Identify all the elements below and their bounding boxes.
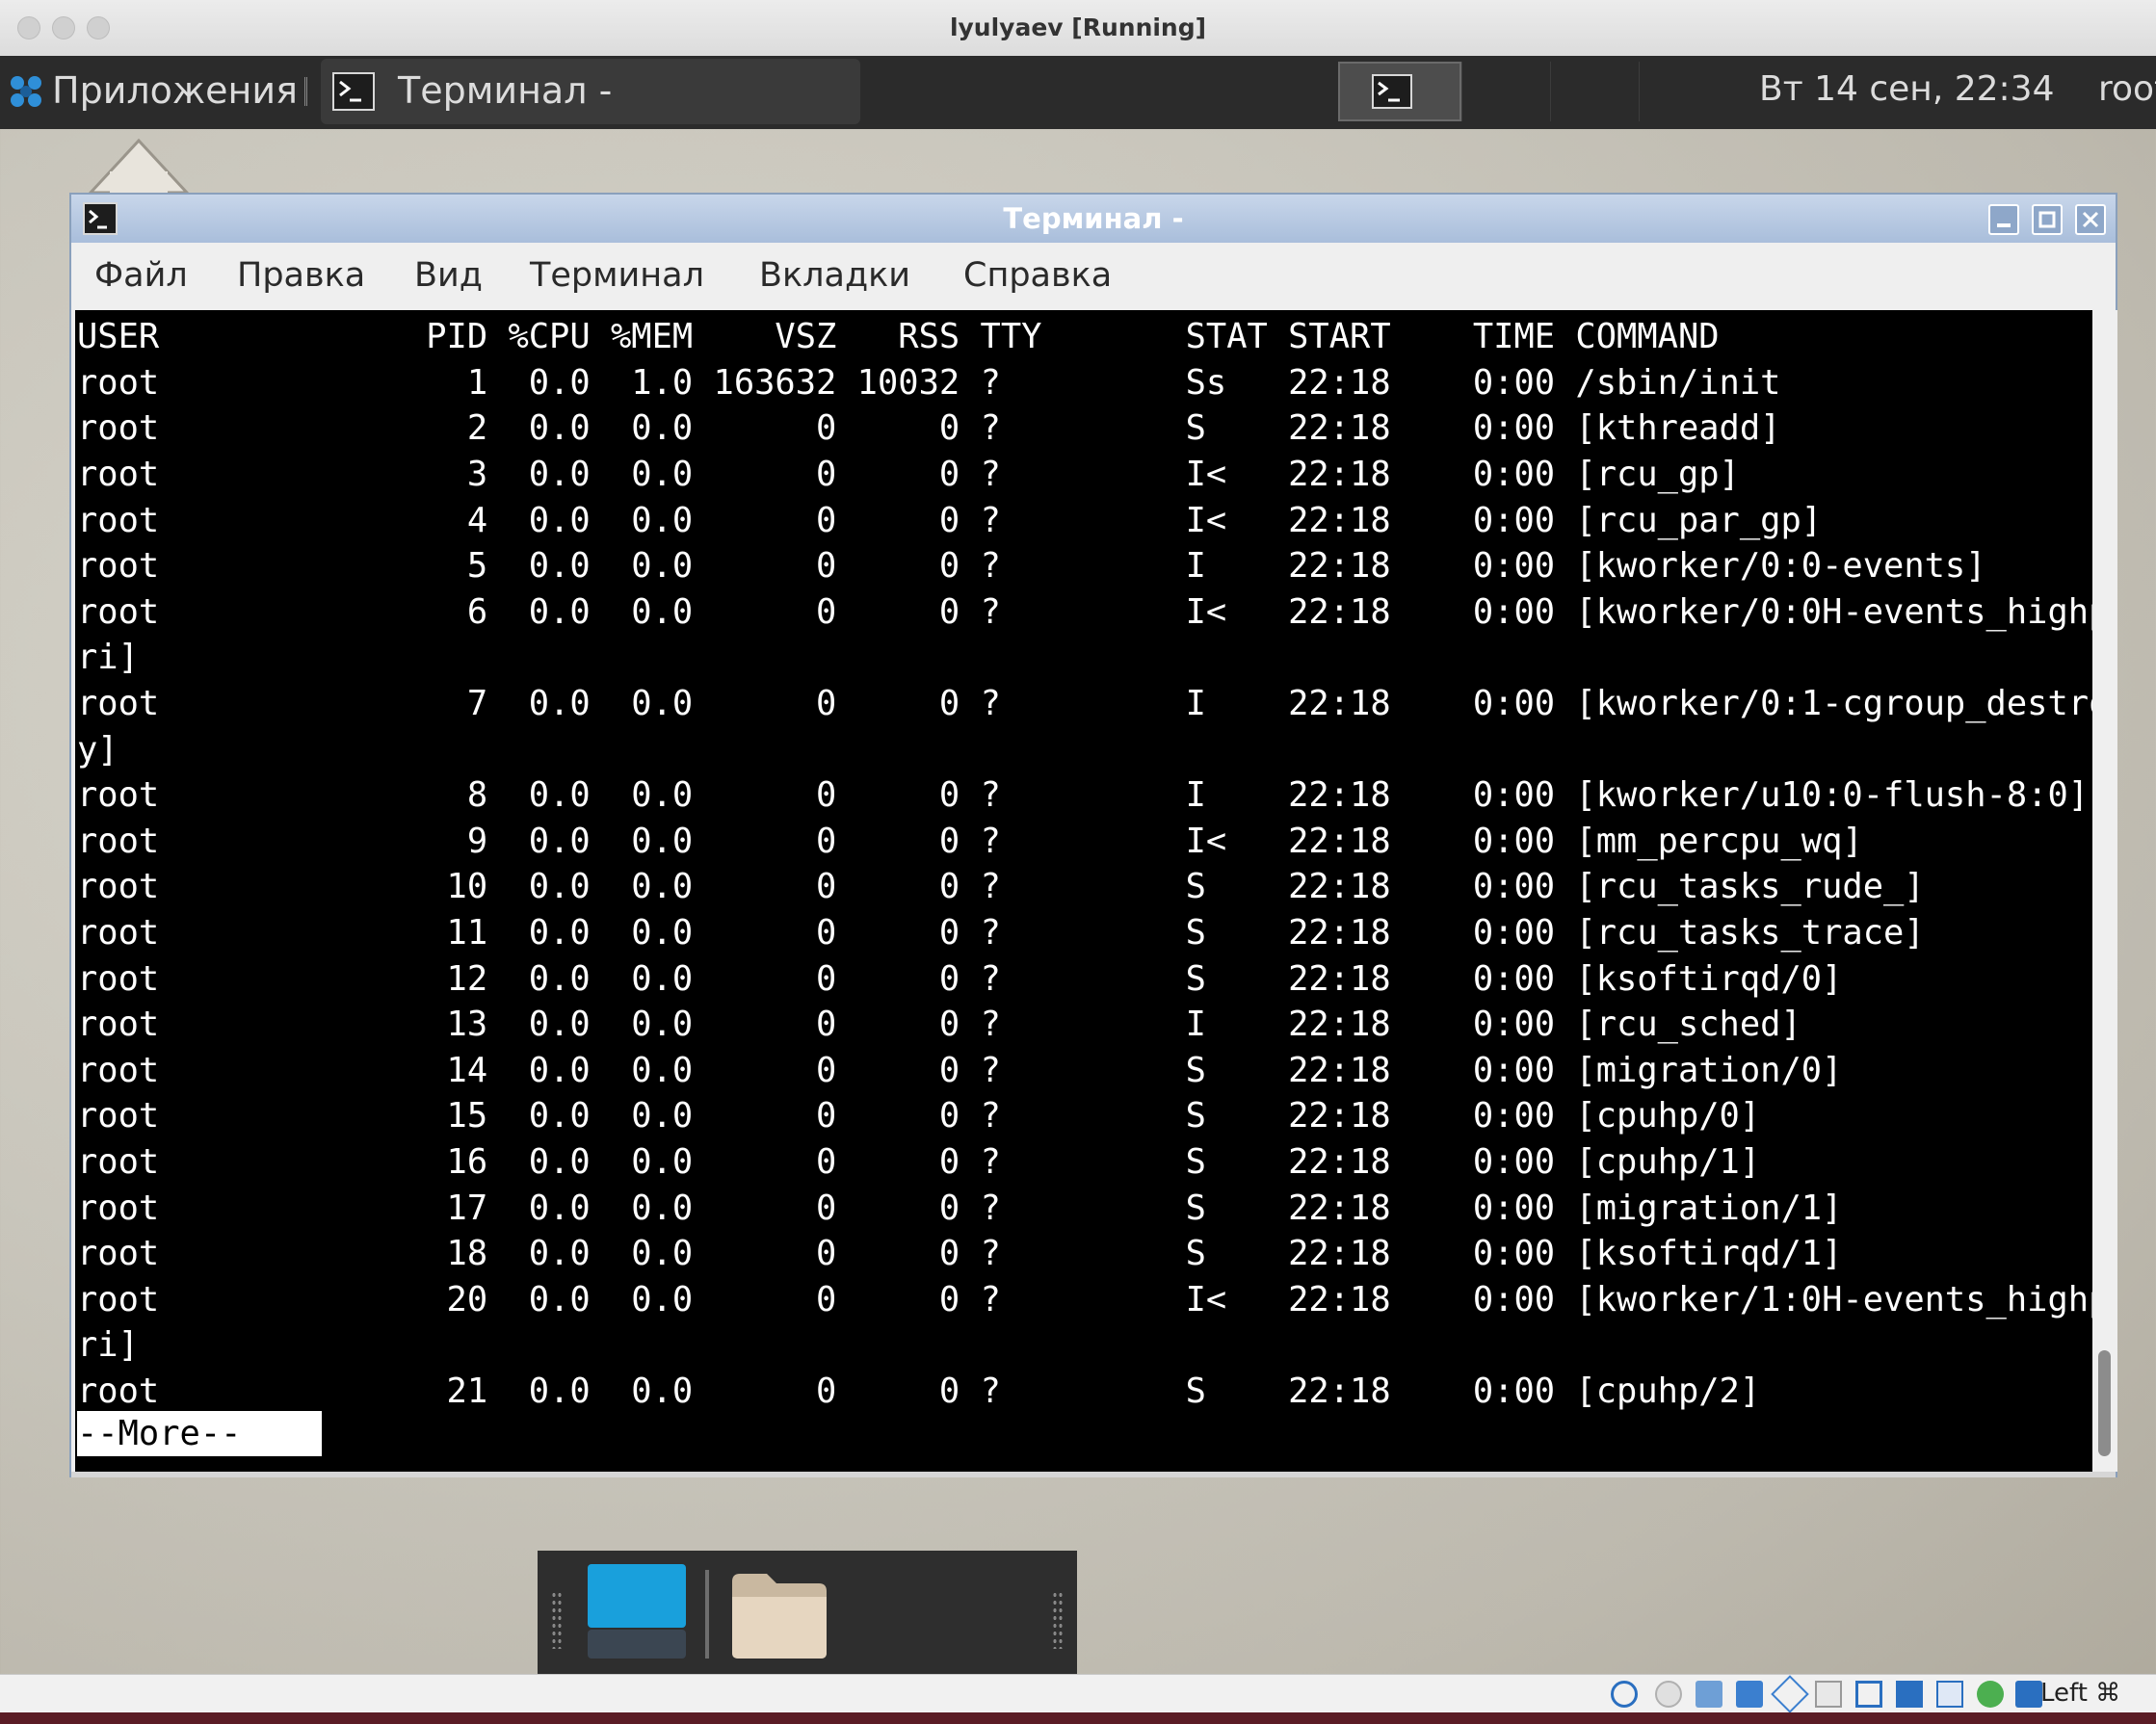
mouse-integration-icon[interactable] — [1977, 1681, 2004, 1708]
terminal-line: root 6 0.0 0.0 0 0 ? I< 22:18 0:00 [kwor… — [77, 592, 2092, 632]
terminal-line: root 2 0.0 0.0 0 0 ? S 22:18 0:00 [kthre… — [77, 408, 1781, 448]
host-window-titlebar: lyulyaev [Running] — [0, 0, 2156, 57]
terminal-line: root 13 0.0 0.0 0 0 ? I 22:18 0:00 [rcu_… — [77, 1005, 1801, 1044]
terminal-line: root 3 0.0 0.0 0 0 ? I< 22:18 0:00 [rcu_… — [77, 455, 1740, 494]
terminal-output[interactable]: USER PID %CPU %MEM VSZ RSS TTY STAT STAR… — [75, 310, 2092, 1472]
terminal-window: Терминал - Файл Правка Вид Терминал Вкла… — [69, 193, 2117, 1477]
host-key-label: Left ⌘ — [2040, 1679, 2121, 1708]
taskbar-terminal-label: Терминал - — [398, 69, 613, 112]
menu-tabs[interactable]: Вкладки — [759, 256, 910, 295]
terminal-line: y] — [77, 730, 118, 770]
dock-grip-handle[interactable] — [551, 1591, 563, 1649]
panel-separator — [304, 77, 315, 106]
terminal-line: ri] — [77, 638, 139, 677]
audio-icon[interactable] — [1696, 1681, 1722, 1708]
dock-grip-handle[interactable] — [1052, 1591, 1064, 1649]
terminal-line: root 7 0.0 0.0 0 0 ? I 22:18 0:00 [kwork… — [77, 684, 2092, 723]
terminal-line: root 11 0.0 0.0 0 0 ? S 22:18 0:00 [rcu_… — [77, 913, 1925, 953]
terminal-line: ri] — [77, 1325, 139, 1365]
panel-clock[interactable]: Вт 14 сен, 22:34 — [1759, 69, 2054, 109]
minimize-button[interactable] — [1988, 204, 2019, 235]
bottom-dock — [538, 1551, 1077, 1674]
hard-disk-icon[interactable] — [1611, 1681, 1638, 1708]
terminal-line: root 21 0.0 0.0 0 0 ? S 22:18 0:00 [cpuh… — [77, 1371, 1761, 1411]
keyboard-capture-icon[interactable] — [2015, 1681, 2042, 1708]
terminal-line: USER PID %CPU %MEM VSZ RSS TTY STAT STAR… — [77, 317, 1720, 356]
network-icon[interactable] — [1736, 1681, 1763, 1708]
workspace-2-button[interactable] — [1461, 62, 1551, 121]
home-folder-icon[interactable] — [81, 133, 197, 200]
workspace-3-button[interactable] — [1550, 62, 1640, 121]
menu-file[interactable]: Файл — [94, 256, 188, 295]
terminal-line: root 4 0.0 0.0 0 0 ? I< 22:18 0:00 [rcu_… — [77, 501, 1823, 540]
menu-help[interactable]: Справка — [963, 256, 1112, 295]
menu-edit[interactable]: Правка — [237, 256, 365, 295]
menu-terminal[interactable]: Терминал — [530, 256, 704, 295]
taskbar-terminal-button[interactable]: Терминал - — [321, 59, 860, 124]
terminal-line: root 17 0.0 0.0 0 0 ? S 22:18 0:00 [migr… — [77, 1189, 1843, 1228]
terminal-line: root 5 0.0 0.0 0 0 ? I 22:18 0:00 [kwork… — [77, 546, 1986, 586]
close-button[interactable] — [2075, 204, 2106, 235]
terminal-window-bottom-border[interactable] — [71, 1472, 2116, 1477]
scrollbar-thumb[interactable] — [2098, 1350, 2111, 1456]
file-manager-icon[interactable] — [726, 1564, 832, 1660]
terminal-line: root 10 0.0 0.0 0 0 ? S 22:18 0:00 [rcu_… — [77, 867, 1925, 906]
terminal-line: root 14 0.0 0.0 0 0 ? S 22:18 0:00 [migr… — [77, 1051, 1843, 1090]
terminal-line: root 1 0.0 1.0 163632 10032 ? Ss 22:18 0… — [77, 363, 1781, 403]
terminal-icon — [1372, 74, 1412, 109]
shared-folders-icon[interactable] — [1815, 1681, 1842, 1708]
maximize-icon — [2038, 211, 2056, 228]
terminal-line: root 12 0.0 0.0 0 0 ? S 22:18 0:00 [ksof… — [77, 959, 1843, 999]
dock-separator — [705, 1570, 709, 1659]
workspace-1-button[interactable] — [1338, 62, 1461, 121]
host-window-title: lyulyaev [Running] — [949, 13, 1207, 41]
terminal-menubar: Файл Правка Вид Терминал Вкладки Справка — [71, 243, 2116, 308]
optical-drive-icon[interactable] — [1655, 1681, 1682, 1708]
xfce-applications-icon[interactable] — [8, 73, 44, 110]
terminal-line: root 16 0.0 0.0 0 0 ? S 22:18 0:00 [cpuh… — [77, 1142, 1761, 1182]
terminal-line: root 8 0.0 0.0 0 0 ? I 22:18 0:00 [kwork… — [77, 775, 2090, 815]
terminal-titlebar[interactable]: Терминал - — [71, 195, 2116, 244]
terminal-line: root 20 0.0 0.0 0 0 ? I< 22:18 0:00 [kwo… — [77, 1280, 2092, 1319]
maximize-button[interactable] — [2032, 204, 2063, 235]
usb-icon[interactable] — [1771, 1675, 1809, 1713]
minimize-icon — [1997, 223, 2011, 227]
close-icon — [2082, 211, 2099, 228]
terminal-line: root 15 0.0 0.0 0 0 ? S 22:18 0:00 [cpuh… — [77, 1096, 1761, 1136]
terminal-line: root 9 0.0 0.0 0 0 ? I< 22:18 0:00 [mm_p… — [77, 822, 1863, 861]
terminal-line: root 18 0.0 0.0 0 0 ? S 22:18 0:00 [ksof… — [77, 1234, 1843, 1273]
display-icon[interactable] — [1855, 1681, 1882, 1708]
show-desktop-icon[interactable] — [584, 1562, 690, 1662]
virtualbox-statusbar: Left ⌘ — [0, 1674, 2156, 1713]
video-capture-icon[interactable] — [1896, 1681, 1923, 1708]
host-window-bottom-edge — [0, 1712, 2156, 1724]
virtualization-icon[interactable] — [1936, 1681, 1963, 1708]
terminal-icon — [332, 72, 375, 111]
terminal-title: Терминал - — [1003, 202, 1184, 235]
applications-menu-button[interactable]: Приложения — [52, 69, 298, 112]
top-panel: Приложения Терминал - Вт 14 сен, 22:34 r… — [0, 56, 2156, 129]
workspace-4-button[interactable] — [1639, 62, 1728, 121]
panel-user-label[interactable]: root — [2098, 69, 2156, 109]
more-pager-prompt: --More-- — [77, 1411, 322, 1456]
terminal-scrollbar[interactable] — [2092, 310, 2117, 1472]
menu-view[interactable]: Вид — [414, 256, 483, 295]
